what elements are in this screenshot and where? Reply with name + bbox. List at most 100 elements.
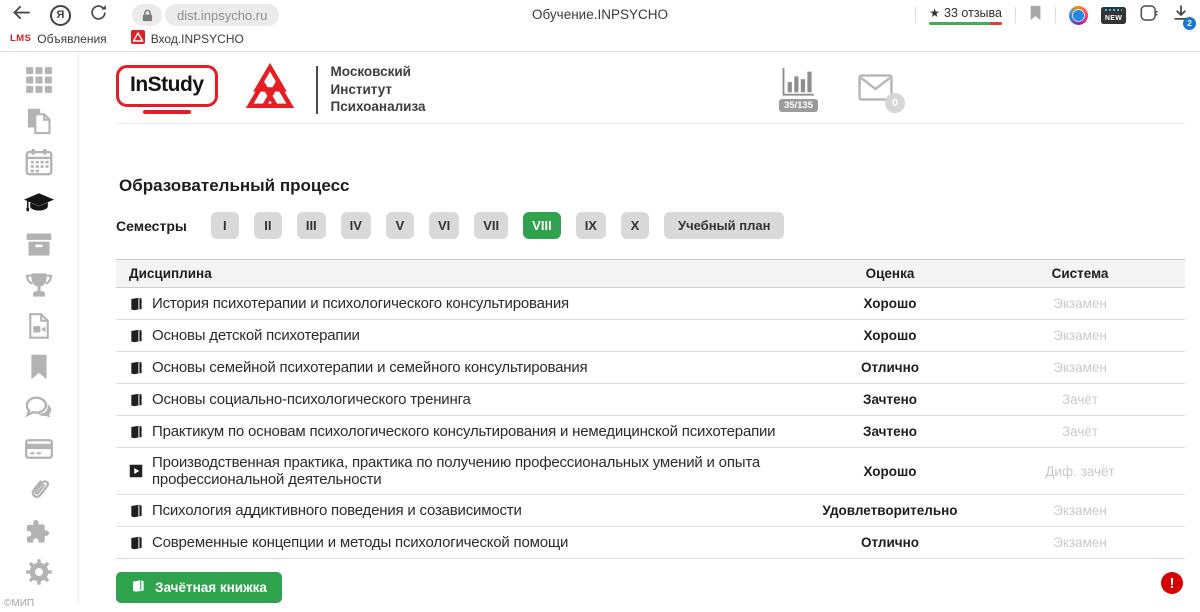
study-plan-button[interactable]: Учебный план <box>664 212 784 239</box>
divider <box>1015 7 1016 23</box>
table-row: Психология аддиктивного поведения и соза… <box>116 495 1185 527</box>
reviews-rating[interactable]: 33 отзыва <box>929 6 1002 25</box>
system-value: Диф. зачёт <box>975 464 1185 479</box>
system-value: Экзамен <box>975 535 1185 550</box>
bookmarks-bar: LMS Объявления Вход.INPSYCHO <box>0 30 1200 52</box>
semester-button-7[interactable]: VII <box>474 212 508 239</box>
extension-browser-icon[interactable] <box>1069 6 1088 25</box>
new-badge-icon[interactable]: NEW <box>1101 7 1126 24</box>
semester-button-5[interactable]: V <box>386 212 414 239</box>
payment-card-icon[interactable] <box>24 434 54 464</box>
semester-button-10[interactable]: X <box>621 212 649 239</box>
discipline-link[interactable]: Основы детской психотерапии <box>152 327 360 344</box>
progress-stats-icon[interactable]: 35/135 <box>779 67 818 112</box>
bookmark-item-lms[interactable]: LMS Объявления <box>10 32 107 46</box>
discipline-link[interactable]: Практикум по основам психологического ко… <box>152 423 775 440</box>
bookmark-page-icon[interactable] <box>1029 5 1042 26</box>
system-value: Экзамен <box>975 360 1185 375</box>
discipline-link[interactable]: Современные концепции и методы психологи… <box>152 534 568 551</box>
semester-button-9[interactable]: IX <box>576 212 606 239</box>
column-discipline: Дисциплина <box>116 266 805 281</box>
site-header: InStudy Московский Институт Психоанализа… <box>116 52 1185 124</box>
chat-icon[interactable] <box>24 393 54 423</box>
table-row: Производственная практика, практика по п… <box>116 448 1185 495</box>
grade-value: Зачтено <box>805 424 975 439</box>
logo-stand <box>143 110 191 114</box>
discipline-link[interactable]: Производственная практика, практика по п… <box>152 454 805 488</box>
star-icon <box>929 6 940 20</box>
calendar-icon[interactable] <box>24 147 54 177</box>
grade-value: Хорошо <box>805 328 975 343</box>
system-value: Экзамен <box>975 328 1185 343</box>
bookmark-label: Объявления <box>37 32 106 46</box>
book-icon <box>129 329 143 343</box>
bookmark-item-inpsycho[interactable]: Вход.INPSYCHO <box>131 30 244 47</box>
bookmark-label: Вход.INPSYCHO <box>151 32 244 46</box>
semester-button-8-active[interactable]: VIII <box>523 212 561 239</box>
semesters-label: Семестры <box>116 218 187 234</box>
institute-name-line: Психоанализа <box>331 98 426 116</box>
bookmark-icon[interactable] <box>24 352 54 382</box>
table-row: Основы социально-психологического тренин… <box>116 384 1185 416</box>
column-system: Система <box>975 266 1185 281</box>
reviews-count: 33 отзыва <box>944 6 1002 20</box>
mail-icon[interactable]: 0 <box>858 74 893 106</box>
discipline-link[interactable]: Основы семейной психотерапии и семейного… <box>152 359 587 376</box>
settings-gear-icon[interactable] <box>24 557 54 587</box>
institute-triangle-logo <box>242 61 298 118</box>
attachment-icon[interactable] <box>24 475 54 505</box>
grade-value: Отлично <box>805 360 975 375</box>
table-row: История психотерапии и психологического … <box>116 288 1185 320</box>
page-title: Образовательный процесс <box>119 176 1185 196</box>
semester-button-2[interactable]: II <box>254 212 282 239</box>
book-icon <box>131 579 147 596</box>
documents-icon[interactable] <box>24 106 54 136</box>
discipline-link[interactable]: Основы социально-психологического тренин… <box>152 391 471 408</box>
book-icon <box>129 425 143 439</box>
education-icon-active[interactable] <box>24 188 54 218</box>
url-field[interactable]: dist.inpsycho.ru <box>165 4 279 26</box>
video-play-icon <box>129 464 143 478</box>
divider <box>1055 7 1056 23</box>
copyright-label: ©МИП <box>0 598 34 612</box>
sidebar-nav: ©МИП <box>0 52 79 604</box>
system-value: Экзамен <box>975 296 1185 311</box>
semester-button-1[interactable]: I <box>211 212 239 239</box>
grade-value: Отлично <box>805 535 975 550</box>
browser-profile-icon[interactable]: Я <box>50 5 71 26</box>
apps-grid-icon[interactable] <box>24 65 54 95</box>
institute-name-line: Московский <box>331 63 426 81</box>
rating-bar <box>929 22 1002 25</box>
table-row: Практикум по основам психологического ко… <box>116 416 1185 448</box>
alert-error-icon[interactable]: ! <box>1161 572 1183 594</box>
discipline-link[interactable]: История психотерапии и психологического … <box>152 295 569 312</box>
back-icon[interactable] <box>12 5 31 25</box>
puzzle-icon[interactable] <box>24 516 54 546</box>
system-value: Зачёт <box>975 392 1185 407</box>
instudy-logo-text: InStudy <box>116 65 218 107</box>
archive-box-icon[interactable] <box>24 229 54 259</box>
disciplines-table: Дисциплина Оценка Система История психот… <box>116 259 1185 559</box>
grade-value: Удовлетворительно <box>805 503 975 518</box>
trophy-icon[interactable] <box>24 270 54 300</box>
collections-icon[interactable] <box>1139 4 1159 27</box>
semester-button-3[interactable]: III <box>297 212 326 239</box>
downloads-icon[interactable]: 2 <box>1172 4 1190 27</box>
table-row: Основы детской психотерапии Хорошо Экзам… <box>116 320 1185 352</box>
table-header: Дисциплина Оценка Система <box>116 259 1185 288</box>
semester-button-4[interactable]: IV <box>341 212 371 239</box>
divider <box>915 7 916 23</box>
system-value: Зачёт <box>975 424 1185 439</box>
instudy-logo[interactable]: InStudy <box>116 65 218 114</box>
system-value: Экзамен <box>975 503 1185 518</box>
semester-button-6[interactable]: VI <box>429 212 459 239</box>
discipline-link[interactable]: Психология аддиктивного поведения и соза… <box>152 502 522 519</box>
video-file-icon[interactable] <box>24 311 54 341</box>
lock-icon[interactable] <box>132 4 162 26</box>
main-content: InStudy Московский Институт Психоанализа… <box>79 52 1200 604</box>
mail-badge: 0 <box>885 93 905 113</box>
book-icon <box>129 297 143 311</box>
gradebook-button[interactable]: Зачётная книжка <box>116 572 282 603</box>
address-bar: dist.inpsycho.ru <box>132 4 279 26</box>
refresh-icon[interactable] <box>90 4 107 26</box>
